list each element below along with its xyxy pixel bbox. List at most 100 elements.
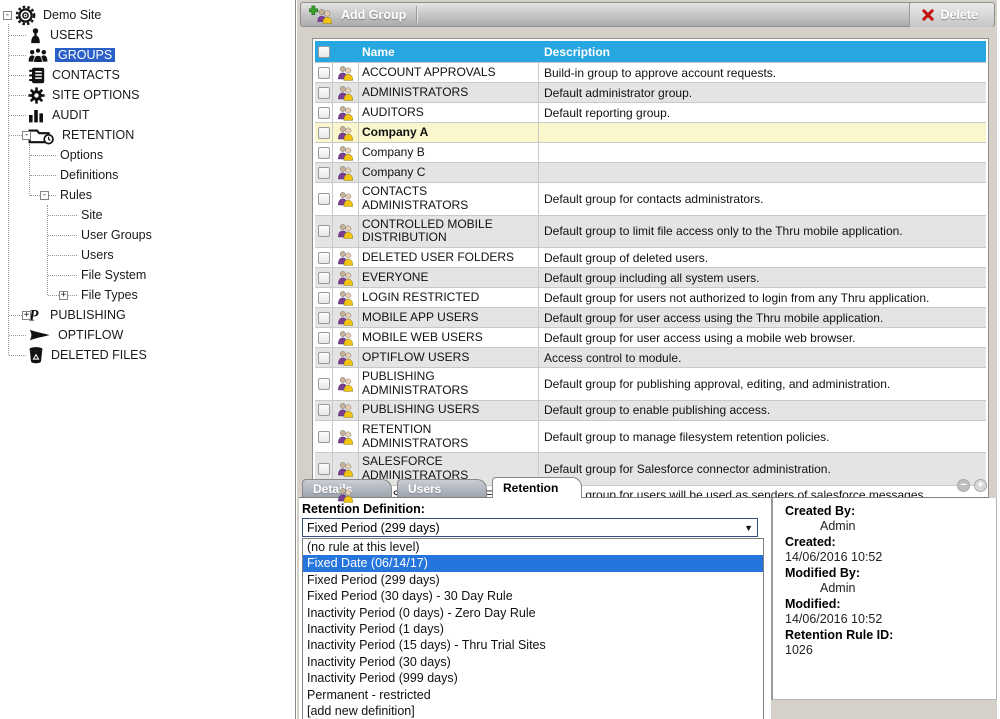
row-checkbox[interactable] — [318, 352, 330, 364]
sidebar-item-site-options[interactable]: SITE OPTIONS — [0, 85, 295, 105]
table-row[interactable]: LOGIN RESTRICTEDDefault group for users … — [315, 287, 986, 307]
dropdown-option[interactable]: (no rule at this level) — [303, 539, 763, 555]
collapse-node-icon[interactable]: - — [22, 131, 31, 140]
group-name-cell: AUDITORS — [359, 103, 539, 122]
table-row[interactable]: PUBLISHING USERSDefault group to enable … — [315, 400, 986, 420]
add-group-label: Add Group — [341, 8, 406, 22]
collapse-node-icon[interactable]: - — [3, 11, 12, 20]
add-group-button[interactable]: Add Group — [301, 3, 416, 26]
tree-connector-line — [9, 55, 26, 56]
row-checkbox[interactable] — [318, 404, 330, 416]
dropdown-option[interactable]: [add new definition] — [303, 703, 763, 719]
row-checkbox[interactable] — [318, 332, 330, 344]
sidebar-item-retention[interactable]: -RETENTION — [0, 125, 295, 145]
row-checkbox[interactable] — [318, 67, 330, 79]
row-checkbox[interactable] — [318, 378, 330, 390]
app-window: -Demo Site USERS GROUPSCONTACTSSITE OPTION… — [0, 0, 1000, 719]
table-row[interactable]: Company C — [315, 162, 986, 182]
group-description-cell: Default group for user access using a mo… — [539, 328, 986, 347]
dropdown-option[interactable]: Fixed Date (06/14/17) — [303, 555, 763, 571]
sidebar-item-users[interactable]: USERS — [0, 25, 295, 45]
table-row[interactable]: RETENTION ADMINISTRATORSDefault group to… — [315, 420, 986, 453]
row-checkbox-cell — [315, 288, 333, 307]
retention-definition-select[interactable]: Fixed Period (299 days) ▼ — [302, 518, 758, 537]
expand-node-icon[interactable]: + — [22, 311, 31, 320]
sidebar-item-deleted-files[interactable]: DELETED FILES — [0, 345, 295, 365]
tree-connector-line — [9, 335, 26, 336]
dropdown-option[interactable]: Inactivity Period (999 days) — [303, 670, 763, 686]
dropdown-option[interactable]: Inactivity Period (15 days) - Thru Trial… — [303, 637, 763, 653]
tab-retention[interactable]: Retention — [492, 477, 582, 498]
table-row[interactable]: MOBILE APP USERSDefault group for user a… — [315, 307, 986, 327]
sidebar-item-demo-site[interactable]: -Demo Site — [0, 5, 295, 25]
row-checkbox[interactable] — [318, 312, 330, 324]
meta-field-label: Retention Rule ID: — [785, 628, 988, 643]
row-checkbox[interactable] — [318, 292, 330, 304]
sidebar-item-users[interactable]: Users — [0, 245, 295, 265]
row-checkbox[interactable] — [318, 127, 330, 139]
row-checkbox[interactable] — [318, 193, 330, 205]
row-checkbox[interactable] — [318, 225, 330, 237]
group-icon-cell — [333, 83, 359, 102]
tree-connector-line — [9, 35, 26, 36]
row-checkbox[interactable] — [318, 167, 330, 179]
collapse-node-icon[interactable]: - — [40, 191, 49, 200]
row-checkbox[interactable] — [318, 272, 330, 284]
row-checkbox[interactable] — [318, 431, 330, 443]
expand-node-icon[interactable]: + — [59, 291, 68, 300]
sidebar-item-contacts[interactable]: CONTACTS — [0, 65, 295, 85]
table-row[interactable]: AUDITORSDefault reporting group. — [315, 102, 986, 122]
dropdown-option[interactable]: Permanent - restricted — [303, 687, 763, 703]
chevron-down-icon: ▼ — [744, 523, 753, 533]
row-checkbox[interactable] — [318, 107, 330, 119]
dropdown-option[interactable]: Inactivity Period (0 days) - Zero Day Ru… — [303, 605, 763, 621]
sidebar-item-optiflow[interactable]: OPTIFLOW — [0, 325, 295, 345]
dropdown-option[interactable]: Fixed Period (299 days) — [303, 572, 763, 588]
table-row[interactable]: PUBLISHING ADMINISTRATORSDefault group f… — [315, 367, 986, 400]
retention-definition-label: Retention Definition: — [302, 502, 767, 516]
select-all-cell — [315, 46, 333, 58]
collapse-panel-button[interactable]: − — [957, 479, 970, 492]
meta-field-value: 1026 — [785, 643, 988, 658]
panel-size-buttons: − + — [957, 479, 987, 492]
sidebar-item-groups[interactable]: GROUPS — [0, 45, 295, 65]
row-checkbox[interactable] — [318, 252, 330, 264]
table-row[interactable]: CONTROLLED MOBILE DISTRIBUTIONDefault gr… — [315, 215, 986, 248]
sidebar-item-options[interactable]: Options — [0, 145, 295, 165]
table-row[interactable]: Company A — [315, 122, 986, 142]
group-description-cell: Access control to module. — [539, 348, 986, 367]
sidebar-item-audit[interactable]: AUDIT — [0, 105, 295, 125]
group-icon — [337, 310, 354, 326]
group-icon-cell — [333, 368, 359, 400]
row-checkbox[interactable] — [318, 147, 330, 159]
dropdown-option[interactable]: Inactivity Period (30 days) — [303, 654, 763, 670]
table-row[interactable]: MOBILE WEB USERSDefault group for user a… — [315, 327, 986, 347]
tree-item-label: USERS — [50, 28, 93, 42]
table-row[interactable]: OPTIFLOW USERSAccess control to module. — [315, 347, 986, 367]
tree-item-label: DELETED FILES — [51, 348, 147, 362]
table-row[interactable]: CONTACTS ADMINISTRATORSDefault group for… — [315, 182, 986, 215]
sidebar-item-site[interactable]: Site — [0, 205, 295, 225]
dropdown-option[interactable]: Inactivity Period (1 days) — [303, 621, 763, 637]
sidebar-item-user-groups[interactable]: User Groups — [0, 225, 295, 245]
table-row[interactable]: Company B — [315, 142, 986, 162]
group-name-cell: ACCOUNT APPROVALS — [359, 63, 539, 82]
meta-field-label: Modified By: — [785, 566, 988, 581]
dropdown-option[interactable]: Fixed Period (30 days) - 30 Day Rule — [303, 588, 763, 604]
table-row[interactable]: ACCOUNT APPROVALSBuild-in group to appro… — [315, 62, 986, 82]
select-all-checkbox[interactable] — [318, 46, 330, 58]
row-checkbox[interactable] — [318, 463, 330, 475]
sidebar-item-publishing[interactable]: +PPUBLISHING — [0, 305, 295, 325]
meta-field: Retention Rule ID:1026 — [785, 628, 988, 658]
sidebar-item-file-system[interactable]: File System — [0, 265, 295, 285]
expand-panel-button[interactable]: + — [974, 479, 987, 492]
sidebar-item-definitions[interactable]: Definitions — [0, 165, 295, 185]
row-checkbox[interactable] — [318, 87, 330, 99]
delete-button[interactable]: Delete — [909, 3, 994, 27]
table-row[interactable]: DELETED USER FOLDERSDefault group of del… — [315, 247, 986, 267]
tab-users[interactable]: Users — [397, 479, 487, 498]
sidebar-item-file-types[interactable]: +File Types — [0, 285, 295, 305]
sidebar-item-rules[interactable]: -Rules — [0, 185, 295, 205]
table-row[interactable]: ADMINISTRATORSDefault administrator grou… — [315, 82, 986, 102]
table-row[interactable]: EVERYONEDefault group including all syst… — [315, 267, 986, 287]
